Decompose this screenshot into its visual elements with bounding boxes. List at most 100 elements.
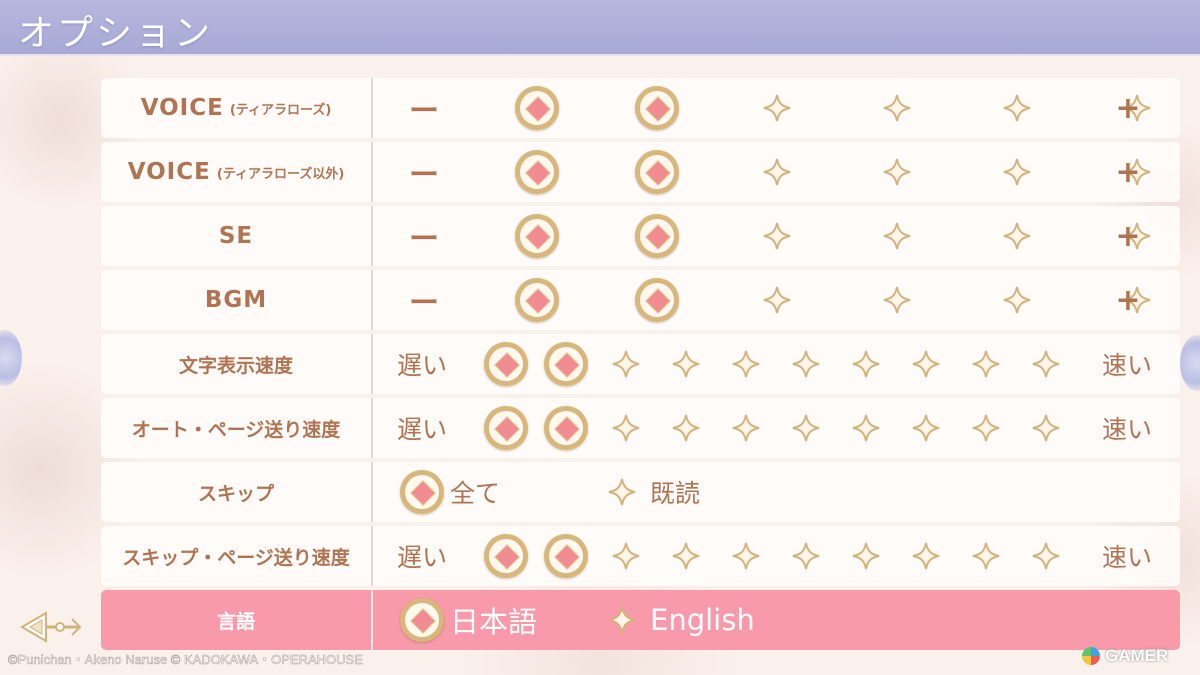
speed-step-empty[interactable]	[611, 413, 641, 443]
option-label-text: スキップ・ページ送り速度	[122, 546, 350, 569]
volume-step-filled[interactable]	[635, 150, 679, 194]
increase-button[interactable]: +	[1108, 142, 1148, 202]
volume-step-filled[interactable]	[635, 214, 679, 258]
language-option[interactable]: 日本語	[450, 590, 600, 650]
speed-step-empty[interactable]	[851, 349, 881, 379]
row-divider	[371, 334, 373, 394]
option-row: BGM ー +	[101, 270, 1180, 330]
speed-step-filled[interactable]	[484, 406, 528, 450]
speed-step-empty[interactable]	[851, 413, 881, 443]
faster-button[interactable]: 速い	[1087, 526, 1167, 586]
volume-step-empty[interactable]	[1002, 157, 1032, 187]
row-divider	[371, 78, 373, 138]
volume-step-filled[interactable]	[515, 214, 559, 258]
skip-option[interactable]: 既読	[650, 462, 800, 522]
faster-button[interactable]: 速い	[1087, 398, 1167, 458]
increase-button[interactable]: +	[1108, 78, 1148, 138]
choice-selected[interactable]	[400, 598, 444, 642]
speed-step-empty[interactable]	[971, 541, 1001, 571]
option-label-text: 文字表示速度	[178, 354, 293, 377]
row-divider	[371, 462, 373, 522]
option-label-text: スキップ	[197, 482, 274, 505]
speed-step-empty[interactable]	[971, 413, 1001, 443]
increase-button[interactable]: +	[1108, 270, 1148, 330]
option-label: SE	[101, 206, 371, 266]
choice-unselected[interactable]	[607, 477, 637, 507]
volume-step-empty[interactable]	[762, 285, 792, 315]
speed-step-empty[interactable]	[671, 541, 701, 571]
decrease-button[interactable]: ー	[404, 206, 444, 266]
speed-step-empty[interactable]	[1031, 349, 1061, 379]
volume-step-filled[interactable]	[635, 278, 679, 322]
speed-step-filled[interactable]	[484, 342, 528, 386]
slower-button[interactable]: 遅い	[382, 334, 462, 394]
volume-step-empty[interactable]	[762, 157, 792, 187]
volume-step-empty[interactable]	[762, 93, 792, 123]
slower-button[interactable]: 遅い	[382, 398, 462, 458]
speed-step-empty[interactable]	[1031, 413, 1061, 443]
row-divider	[371, 590, 373, 650]
option-label: スキップ	[101, 462, 371, 522]
speed-step-empty[interactable]	[971, 349, 1001, 379]
speed-step-empty[interactable]	[851, 541, 881, 571]
row-divider	[371, 142, 373, 202]
volume-step-empty[interactable]	[882, 157, 912, 187]
page-title: オプション	[18, 13, 214, 54]
speed-step-empty[interactable]	[911, 413, 941, 443]
speed-step-empty[interactable]	[1031, 541, 1061, 571]
option-row: SE ー +	[101, 206, 1180, 266]
language-option[interactable]: English	[650, 590, 800, 650]
volume-step-empty[interactable]	[1002, 221, 1032, 251]
speed-step-empty[interactable]	[731, 349, 761, 379]
slower-button[interactable]: 遅い	[382, 526, 462, 586]
skip-option[interactable]: 全て	[450, 462, 600, 522]
volume-step-empty[interactable]	[1002, 93, 1032, 123]
speed-step-empty[interactable]	[611, 349, 641, 379]
volume-step-empty[interactable]	[882, 285, 912, 315]
volume-step-filled[interactable]	[515, 150, 559, 194]
speed-step-filled[interactable]	[544, 406, 588, 450]
volume-step-filled[interactable]	[515, 278, 559, 322]
header-bar: オプション	[0, 0, 1200, 56]
speed-step-filled[interactable]	[544, 534, 588, 578]
gamer-watermark-text: GAMER	[1105, 646, 1169, 665]
back-arrow-icon[interactable]	[20, 609, 86, 645]
speed-step-empty[interactable]	[671, 349, 701, 379]
decrease-button[interactable]: ー	[404, 142, 444, 202]
faster-button[interactable]: 速い	[1087, 334, 1167, 394]
speed-step-empty[interactable]	[911, 349, 941, 379]
option-label: 言語	[101, 590, 371, 650]
copyright-text: ©Punichan・Akeno Naruse © KADOKAWA・OPERAH…	[8, 652, 363, 668]
volume-step-filled[interactable]	[635, 86, 679, 130]
speed-step-empty[interactable]	[791, 541, 821, 571]
volume-step-empty[interactable]	[762, 221, 792, 251]
speed-step-filled[interactable]	[484, 534, 528, 578]
option-label-sub: (ティアラローズ)	[229, 102, 332, 118]
choice-unselected[interactable]	[607, 605, 637, 635]
option-label: 文字表示速度	[101, 334, 371, 394]
gamer-logo-icon	[1082, 647, 1100, 665]
speed-step-empty[interactable]	[791, 413, 821, 443]
volume-step-empty[interactable]	[882, 221, 912, 251]
speed-step-empty[interactable]	[791, 349, 821, 379]
decrease-button[interactable]: ー	[404, 270, 444, 330]
option-row: VOICE (ティアラローズ) ー +	[101, 78, 1180, 138]
volume-step-filled[interactable]	[515, 86, 559, 130]
option-label-text: SE	[218, 223, 254, 249]
volume-step-empty[interactable]	[882, 93, 912, 123]
row-divider	[371, 206, 373, 266]
speed-step-empty[interactable]	[911, 541, 941, 571]
speed-step-empty[interactable]	[731, 413, 761, 443]
speed-step-empty[interactable]	[731, 541, 761, 571]
decrease-button[interactable]: ー	[404, 78, 444, 138]
increase-button[interactable]: +	[1108, 206, 1148, 266]
speed-step-filled[interactable]	[544, 342, 588, 386]
option-label-sub: (ティアラローズ以外)	[216, 166, 345, 182]
speed-step-empty[interactable]	[611, 541, 641, 571]
volume-step-empty[interactable]	[1002, 285, 1032, 315]
option-label-text: VOICE	[140, 95, 224, 121]
gamer-watermark: GAMER	[1082, 645, 1168, 667]
choice-selected[interactable]	[400, 470, 444, 514]
speed-step-empty[interactable]	[671, 413, 701, 443]
option-label: VOICE (ティアラローズ)	[101, 78, 371, 138]
